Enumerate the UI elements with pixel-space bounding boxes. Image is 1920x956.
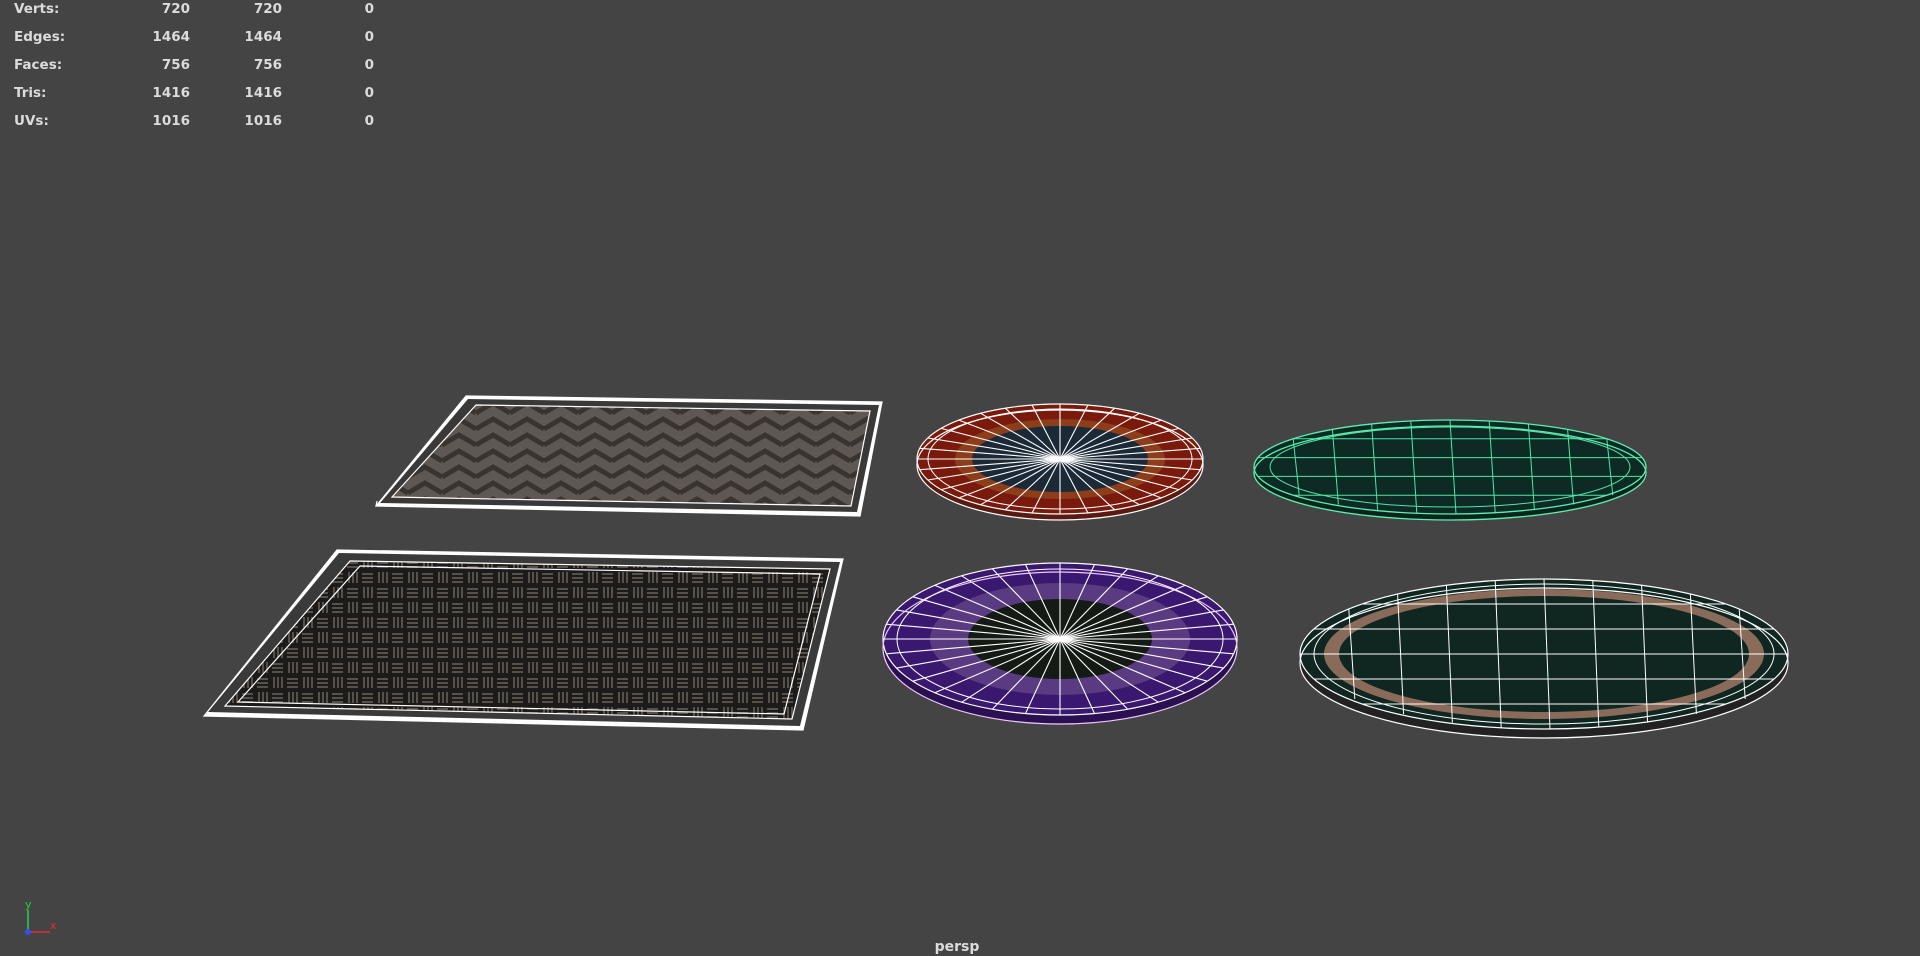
rug-round-red[interactable]	[916, 403, 1204, 521]
hud-value-selected: 1416	[244, 85, 282, 101]
hud-value-selected: 756	[253, 57, 282, 73]
hud-value-selected: 1016	[244, 113, 282, 129]
hud-value-component: 0	[364, 85, 374, 101]
hud-row-tris: Tris: 1416 1416 0	[14, 84, 374, 112]
axis-x-label: x	[50, 919, 57, 932]
hud-value-object: 1016	[152, 113, 190, 129]
hud-value-selected: 720	[253, 1, 282, 17]
hud-value-object: 756	[161, 57, 190, 73]
rug-round-purple[interactable]	[882, 562, 1238, 725]
hud-label: Tris:	[14, 85, 47, 101]
hud-value-component: 0	[364, 113, 374, 129]
hud-value-object: 1464	[152, 29, 190, 45]
hud-value-object: 1416	[152, 85, 190, 101]
camera-name-label: persp	[934, 939, 980, 955]
poly-count-hud: Verts: 720 720 0 Edges: 1464 1464 0 Face…	[14, 0, 374, 140]
axis-y-label: y	[25, 898, 32, 911]
hud-label: Faces:	[14, 57, 63, 73]
hud-value-object: 720	[161, 1, 190, 17]
viewport-canvas[interactable]	[0, 0, 1920, 956]
hud-row-faces: Faces: 756 756 0	[14, 56, 374, 84]
hud-row-verts: Verts: 720 720 0	[14, 0, 374, 28]
hud-row-edges: Edges: 1464 1464 0	[14, 28, 374, 56]
hud-value-component: 0	[364, 1, 374, 17]
hud-label: UVs:	[14, 113, 49, 129]
rug-rect-chevron[interactable]	[374, 395, 883, 517]
hud-value-component: 0	[364, 29, 374, 45]
hud-label: Verts:	[14, 1, 60, 17]
hud-value-component: 0	[364, 57, 374, 73]
rug-oval-brown[interactable]	[1299, 578, 1789, 739]
rug-rect-basket[interactable]	[202, 549, 844, 731]
axis-gizmo-icon: y x	[25, 898, 57, 935]
hud-row-uvs: UVs: 1016 1016 0	[14, 112, 374, 140]
hud-label: Edges:	[14, 29, 66, 45]
hud-value-selected: 1464	[244, 29, 282, 45]
rug-oval-green[interactable]	[1253, 419, 1647, 521]
